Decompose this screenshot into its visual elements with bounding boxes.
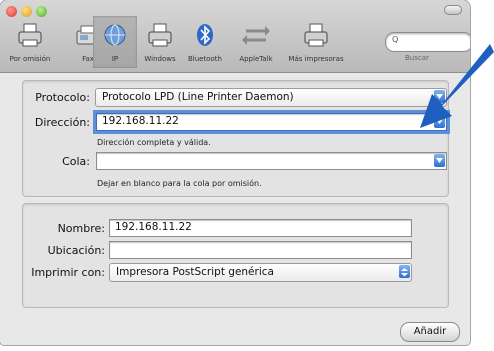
print-with-popup[interactable]: Impresora PostScript genérica [109, 263, 412, 282]
tool-label: Más impresoras [288, 55, 344, 63]
toolbar: Por omisión Fax IP Windows Bluetooth App… [0, 0, 470, 73]
address-value: 192.168.11.22 [102, 115, 179, 127]
bluetooth-icon [197, 24, 213, 46]
queue-label: Cola: [62, 155, 90, 168]
print-with-label: Imprimir con: [31, 266, 105, 279]
updown-arrow-icon [399, 265, 410, 278]
more-printers-icon [304, 23, 328, 47]
ip-globe-icon [104, 24, 126, 46]
queue-hint: Dejar en blanco para la cola por omisión… [97, 179, 262, 188]
default-printer-icon [18, 23, 42, 47]
add-printer-window: Por omisión Fax IP Windows Bluetooth App… [0, 0, 470, 345]
appletalk-arrows-icon [242, 26, 270, 45]
location-field[interactable] [109, 241, 412, 259]
print-with-value: Impresora PostScript genérica [116, 266, 274, 278]
name-field[interactable]: 192.168.11.22 [109, 219, 412, 237]
queue-field[interactable] [96, 152, 447, 170]
windows-printer-icon [148, 23, 172, 47]
tool-more-printers[interactable]: Más impresoras [286, 16, 346, 68]
address-label: Dirección: [34, 116, 90, 129]
protocol-label: Protocolo: [35, 91, 90, 104]
add-button[interactable]: Añadir [400, 322, 460, 342]
location-label: Ubicación: [47, 244, 105, 257]
name-label: Nombre: [57, 222, 105, 235]
search-icon: Q [392, 35, 399, 44]
address-hint: Dirección completa y válida. [97, 138, 211, 147]
chevron-down-icon [434, 154, 445, 167]
annotation-arrow-icon [420, 44, 494, 128]
tool-label: AppleTalk [239, 55, 273, 63]
tool-default[interactable]: Por omisión [0, 16, 60, 68]
tool-appletalk[interactable]: AppleTalk [226, 16, 286, 68]
protocol-value: Protocolo LPD (Line Printer Daemon) [102, 91, 294, 103]
name-value: 192.168.11.22 [115, 221, 192, 233]
address-field[interactable]: 192.168.11.22 [96, 113, 447, 131]
toolbar-toggle-button[interactable] [444, 5, 462, 15]
tool-label: Por omisión [9, 55, 51, 63]
protocol-popup[interactable]: Protocolo LPD (Line Printer Daemon) [95, 88, 447, 107]
